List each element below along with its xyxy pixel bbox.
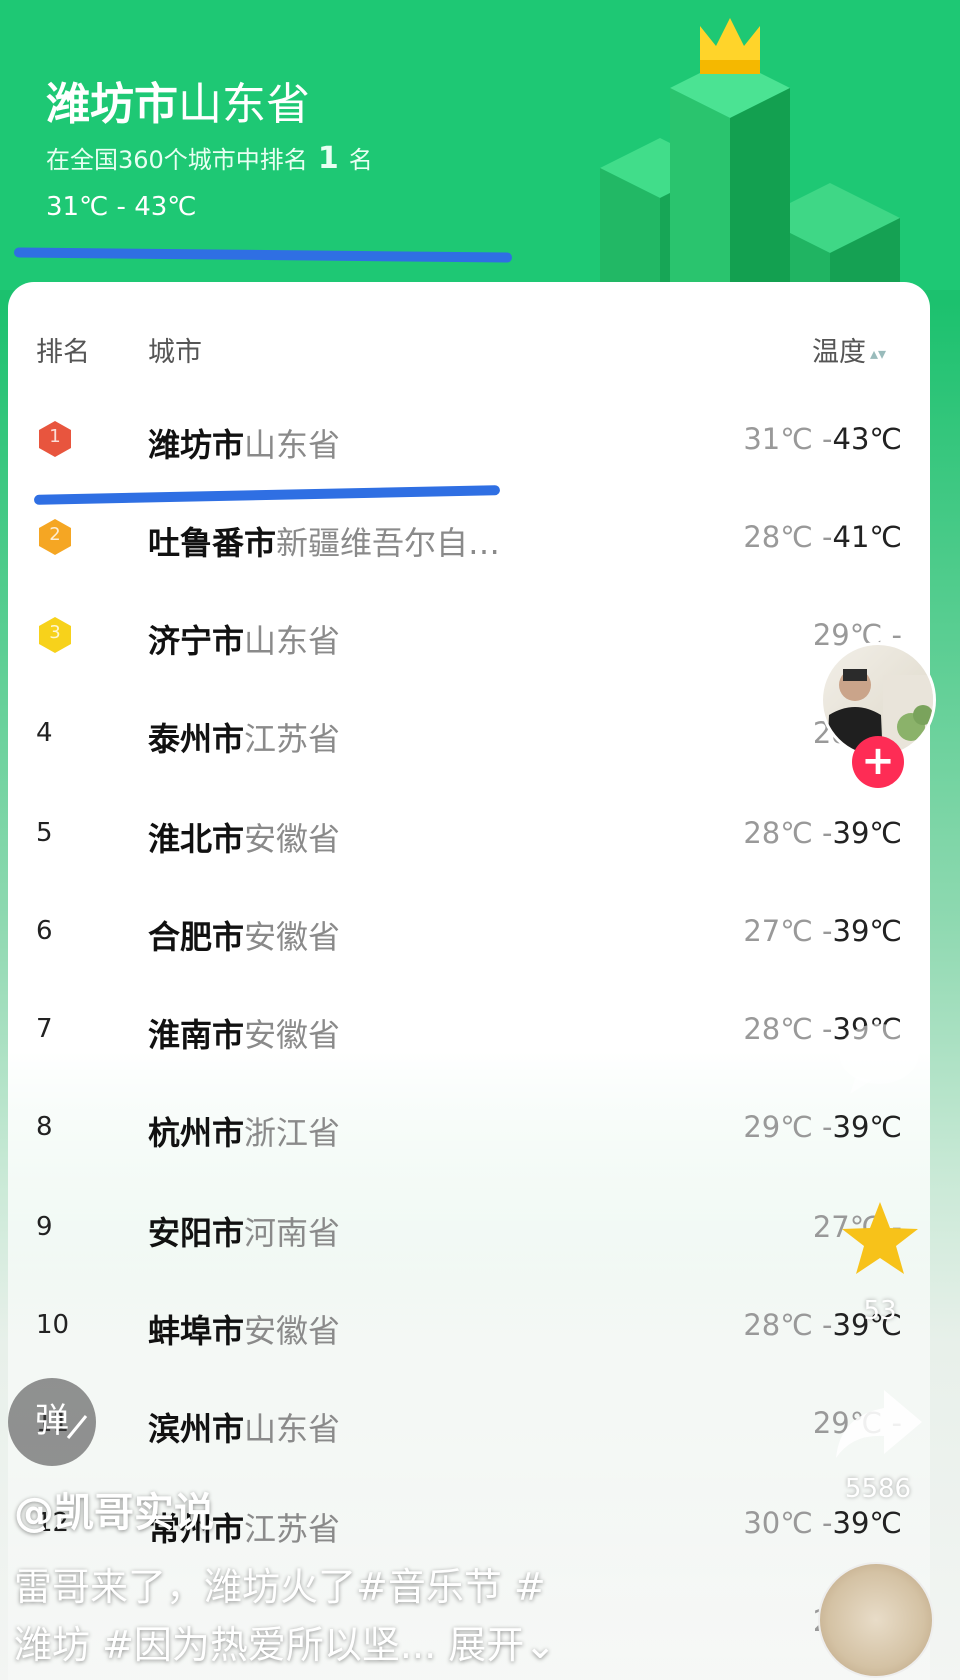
city-label: 滨州市 xyxy=(148,1410,245,1448)
temp-high: 39℃ xyxy=(832,1110,902,1144)
sort-arrows-icon: ▴▾ xyxy=(870,344,887,363)
province-label: 安徽省 xyxy=(244,1016,341,1054)
table-row[interactable]: 11滨州市山东省29℃ - xyxy=(0,1380,960,1478)
star-count: 53 xyxy=(863,1296,897,1326)
city-name: 济宁市山东省 xyxy=(148,616,340,662)
province-label: 山东省 xyxy=(244,622,341,660)
like-heart-icon[interactable] xyxy=(832,842,924,922)
city-name: 合肥市安徽省 xyxy=(148,912,340,958)
rank-number: 8 xyxy=(36,1112,53,1142)
danmu-slash-icon xyxy=(66,1415,88,1439)
province-label: 安徽省 xyxy=(244,918,341,956)
city-name: 淮北市安徽省 xyxy=(148,814,340,860)
table-row[interactable]: 1 潍坊市山东省 31℃ -43℃ xyxy=(0,396,960,494)
rank-number: 7 xyxy=(36,1014,53,1044)
temp-high: 43℃ xyxy=(832,422,902,456)
rank-suffix: 名 xyxy=(348,146,373,174)
temp-low: 29℃ - xyxy=(743,1110,833,1144)
city-name: 滨州市山东省 xyxy=(148,1404,340,1450)
table-row[interactable]: 4泰州市江苏省28℃ - xyxy=(0,690,960,788)
author-name[interactable]: @凯哥实说 xyxy=(14,1480,214,1538)
medal-rank-number: 2 xyxy=(49,524,61,545)
city-label: 蚌埠市 xyxy=(148,1312,245,1350)
temp-low: 27℃ - xyxy=(743,914,833,948)
header-temp-range: 31℃ - 43℃ xyxy=(46,192,197,222)
col-header-temp-sort[interactable]: 温度 ▴▾ xyxy=(812,330,886,369)
temp-range: 29℃ -39℃ xyxy=(743,1110,902,1144)
temp-low: 30℃ - xyxy=(743,1506,833,1540)
city-label: 泰州市 xyxy=(148,720,245,758)
table-row[interactable]: 3 济宁市山东省 29℃ - xyxy=(0,592,960,690)
rank-number: 10 xyxy=(36,1310,70,1340)
trophy-podium-icon xyxy=(600,18,900,288)
temp-range: 31℃ -43℃ xyxy=(743,422,902,456)
col-header-city: 城市 xyxy=(148,337,202,368)
city-label: 潍坊市 xyxy=(148,426,245,464)
city-label: 淮北市 xyxy=(148,820,245,858)
province-label: 河南省 xyxy=(244,1214,341,1252)
temp-range: 28℃ -41℃ xyxy=(743,520,902,554)
table-row[interactable]: 5 淮北市安徽省 28℃ -39℃ xyxy=(0,790,960,888)
rank-number: 5 xyxy=(36,818,53,848)
city-label: 安阳市 xyxy=(148,1214,245,1252)
header-province: 山东省 xyxy=(178,79,310,130)
city-label: 杭州市 xyxy=(148,1114,245,1152)
temp-low: 28℃ - xyxy=(743,1012,833,1046)
temp-header-label: 温度 xyxy=(812,337,866,368)
temp-range: 30℃ -39℃ xyxy=(743,1506,902,1540)
city-name: 淮南市安徽省 xyxy=(148,1010,340,1056)
table-row[interactable]: 8 杭州市浙江省 29℃ -39℃ xyxy=(0,1084,960,1182)
temp-high: 39℃ xyxy=(832,1506,902,1540)
temp-low: 31℃ - xyxy=(743,422,833,456)
caption-line-2-expand[interactable]: 潍坊 #因为热爱所以坚... 展开⌄ xyxy=(14,1614,674,1669)
header-title: 潍坊市山东省 xyxy=(46,68,310,132)
medal-rank-number: 1 xyxy=(49,426,61,447)
province-label: 江苏省 xyxy=(244,720,341,758)
table-row[interactable]: 2 吐鲁番市新疆维吾尔自… 28℃ -41℃ xyxy=(0,494,960,592)
province-label: 山东省 xyxy=(244,426,341,464)
temp-high: 41℃ xyxy=(832,520,902,554)
header-rank-text: 在全国360个城市中排名 1 名 xyxy=(46,140,373,176)
share-count: 5586 xyxy=(844,1474,912,1504)
city-label: 淮南市 xyxy=(148,1016,245,1054)
province-label: 新疆维吾尔自… xyxy=(276,524,501,562)
music-disc-icon[interactable] xyxy=(818,1562,934,1678)
province-label: 江苏省 xyxy=(244,1510,341,1548)
table-row[interactable]: 10 蚌埠市安徽省 28℃ -39℃ xyxy=(0,1282,960,1380)
city-name: 泰州市江苏省 xyxy=(148,714,340,760)
col-header-rank: 排名 xyxy=(36,337,90,368)
temp-low: 28℃ - xyxy=(743,816,833,850)
caption-line-1: 雷哥来了，潍坊火了#音乐节 # xyxy=(14,1565,546,1609)
share-arrow-icon[interactable] xyxy=(834,1386,924,1462)
follow-plus-button[interactable]: + xyxy=(852,736,904,788)
city-name: 杭州市浙江省 xyxy=(148,1108,340,1154)
city-label: 合肥市 xyxy=(148,918,245,956)
rank-number: 4 xyxy=(36,718,53,748)
temp-low: 28℃ - xyxy=(743,520,833,554)
province-label: 山东省 xyxy=(244,1410,341,1448)
table-row[interactable]: 9 安阳市河南省 27℃ - xyxy=(0,1184,960,1282)
city-name: 吐鲁番市新疆维吾尔自… xyxy=(148,518,500,564)
header-city: 潍坊市 xyxy=(46,79,178,130)
table-row[interactable]: 7淮南市安徽省28℃ -39℃ xyxy=(0,986,960,1084)
table-row[interactable]: 6 合肥市安徽省 27℃ -39℃ xyxy=(0,888,960,986)
favorite-star-icon[interactable] xyxy=(838,1198,922,1282)
province-label: 安徽省 xyxy=(244,820,341,858)
province-label: 浙江省 xyxy=(244,1114,341,1152)
comment-bubble-icon[interactable] xyxy=(836,1020,922,1096)
medal-rank-number: 3 xyxy=(49,622,61,643)
city-name: 蚌埠市安徽省 xyxy=(148,1306,340,1352)
rank-value: 1 xyxy=(317,141,339,176)
rank-number: 6 xyxy=(36,916,53,946)
city-name: 安阳市河南省 xyxy=(148,1208,340,1254)
city-label: 济宁市 xyxy=(148,622,245,660)
city-label: 吐鲁番市 xyxy=(148,524,277,562)
rank-number: 9 xyxy=(36,1212,53,1242)
province-label: 安徽省 xyxy=(244,1312,341,1350)
rank-prefix: 在全国360个城市中排名 xyxy=(46,146,308,174)
city-name: 潍坊市山东省 xyxy=(148,420,340,466)
